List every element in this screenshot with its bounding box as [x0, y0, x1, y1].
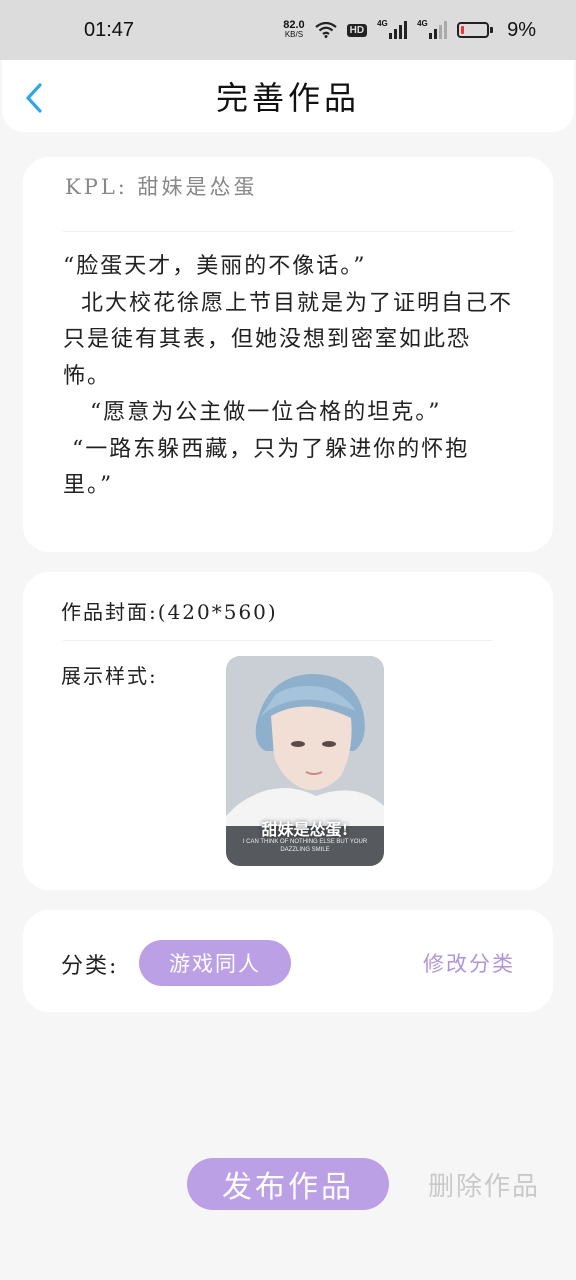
- battery-percent: 9%: [507, 18, 536, 41]
- category-label: 分类:: [61, 954, 119, 979]
- network-speed-unit: KB/S: [284, 30, 304, 39]
- page-title: 完善作品: [215, 79, 360, 117]
- signal-icon: 4G: [417, 19, 448, 39]
- category-chip[interactable]: 游戏同人: [139, 940, 291, 986]
- signal-label: 4G: [377, 19, 388, 28]
- app-header: 完善作品: [2, 60, 574, 132]
- cover-image[interactable]: 甜妹是怂蛋! I CAN THINK OF NOTHING ELSE BUT Y…: [226, 656, 384, 866]
- signal-label: 4G: [417, 19, 428, 28]
- edit-category-link[interactable]: 修改分类: [423, 948, 515, 978]
- network-speed-value: 82.0: [283, 19, 305, 31]
- network-speed: 82.0 KB/S: [283, 20, 304, 40]
- battery-icon: [457, 22, 494, 38]
- wifi-icon: [314, 22, 337, 38]
- work-preview-card[interactable]: KPL: 甜妹是怂蛋 “脸蛋天才，美丽的不像话。” 北大校花徐愿上节目就是为了证…: [23, 157, 553, 552]
- work-synopsis: “脸蛋天才，美丽的不像话。” 北大校花徐愿上节目就是为了证明自己不只是徒有其表，…: [63, 254, 514, 498]
- category-card: 分类: 游戏同人 修改分类: [23, 910, 553, 1012]
- display-style-label: 展示样式:: [61, 664, 158, 688]
- cover-card: 作品封面:(420*560) 展示样式: 甜妹是怂蛋! I CAN THINK …: [23, 572, 553, 890]
- signal-icon: 4G: [377, 19, 408, 39]
- cover-label: 作品封面:(420*560): [61, 600, 278, 624]
- back-button[interactable]: [20, 82, 48, 114]
- cover-title: 甜妹是怂蛋!: [261, 820, 349, 839]
- status-bar: 01:47 82.0 KB/S HD 4G 4G 9%: [0, 0, 576, 60]
- delete-button[interactable]: 删除作品: [420, 1164, 548, 1204]
- status-icons: 82.0 KB/S HD 4G 4G 9%: [283, 19, 536, 42]
- chevron-left-icon: [26, 83, 42, 113]
- divider: [63, 231, 513, 232]
- publish-button[interactable]: 发布作品: [187, 1158, 389, 1210]
- status-time: 01:47: [84, 18, 135, 41]
- hd-icon: HD: [346, 23, 368, 37]
- divider: [63, 640, 493, 641]
- work-title: KPL: 甜妹是怂蛋: [65, 175, 258, 199]
- cover-subtitle: I CAN THINK OF NOTHING ELSE BUT YOUR DAZ…: [242, 839, 368, 853]
